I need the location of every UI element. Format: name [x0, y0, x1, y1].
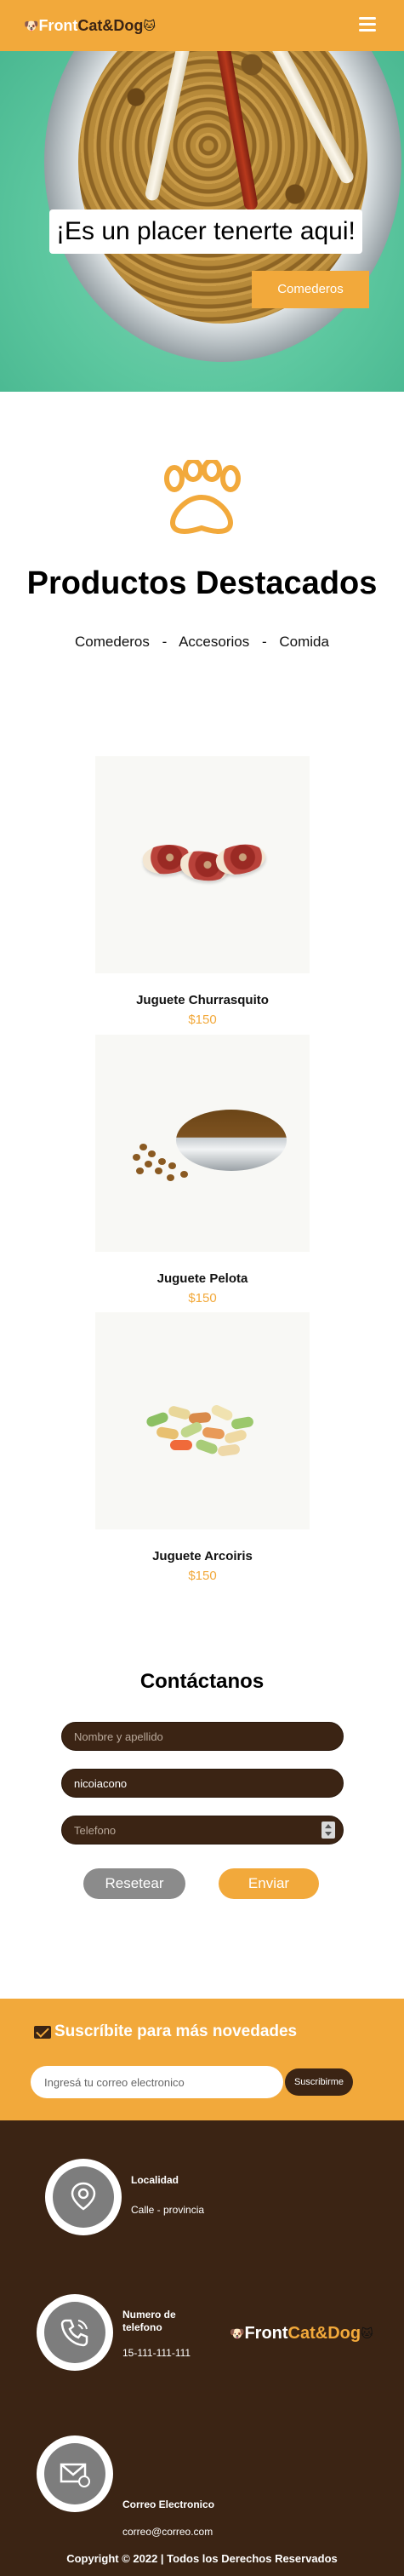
location-value: Calle - provincia — [131, 2204, 205, 2216]
phone-icon-circle — [37, 2294, 113, 2371]
mail-icon — [34, 2025, 51, 2039]
footer-logo[interactable]: 🐶 Front Cat&Dog 🐱 — [230, 2323, 373, 2344]
email-label: Correo Electronico — [122, 2499, 215, 2510]
filter-accesorios[interactable]: Accesorios — [179, 634, 249, 650]
name-field[interactable] — [61, 1722, 344, 1751]
location-icon-circle — [45, 2159, 122, 2235]
email-icon — [60, 2463, 90, 2487]
hero-comederos-button[interactable]: Comederos — [252, 271, 369, 308]
phone-icon — [60, 2319, 88, 2347]
phone-field[interactable] — [61, 1816, 344, 1845]
newsletter-email-input[interactable] — [31, 2066, 283, 2098]
newsletter-title: Suscríbite para más novedades — [34, 2022, 297, 2041]
product-card[interactable]: Juguete Churrasquito $150 — [95, 756, 310, 1027]
reset-button[interactable]: Resetear — [83, 1868, 185, 1899]
footer-logo-text-catdog: Cat&Dog — [287, 2324, 361, 2343]
phone-value: 15-111-111-111 — [122, 2347, 191, 2359]
footer-logo-text-front: Front — [244, 2324, 288, 2343]
filter-separator: - — [162, 634, 168, 650]
product-price: $150 — [188, 1013, 217, 1027]
product-image — [95, 1035, 310, 1252]
filter-comederos[interactable]: Comederos — [75, 634, 150, 650]
filter-comida[interactable]: Comida — [279, 634, 329, 650]
product-name: Juguete Arcoiris — [152, 1549, 253, 1563]
product-card[interactable]: Juguete Pelota $150 — [95, 1035, 310, 1305]
user-field[interactable] — [61, 1769, 344, 1798]
filter-separator: - — [261, 634, 267, 650]
subscribe-button[interactable]: Suscribirme — [285, 2068, 353, 2096]
product-image — [95, 756, 310, 973]
top-navbar: 🐶 Front Cat&Dog 🐱 — [0, 0, 404, 51]
contact-title: Contáctanos — [139, 1670, 265, 1693]
logo-text-catdog: Cat&Dog — [77, 17, 144, 34]
hero-title: ¡Es un placer tenerte aqui! — [49, 209, 362, 254]
phone-label: Numero de telefono — [122, 2309, 176, 2333]
product-filters: Comederos - Accesorios - Comida — [0, 634, 404, 651]
cat-logo-icon: 🐱 — [361, 2326, 373, 2340]
paw-icon — [164, 460, 241, 534]
logo-text-front: Front — [38, 17, 78, 34]
hero-banner: ¡Es un placer tenerte aqui! Comederos — [0, 51, 404, 392]
site-logo[interactable]: 🐶 Front Cat&Dog 🐱 — [24, 15, 156, 36]
email-value: correo@correo.com — [122, 2526, 213, 2538]
featured-products-title: Productos Destacados — [26, 565, 378, 601]
cat-dog-logo-icon: 🐶 — [230, 2326, 245, 2340]
cat-logo-icon: 🐱 — [143, 19, 156, 32]
send-button[interactable]: Enviar — [219, 1868, 319, 1899]
product-name: Juguete Churrasquito — [136, 993, 269, 1007]
product-image — [95, 1312, 310, 1529]
newsletter-title-text: Suscríbite para más novedades — [54, 2022, 298, 2040]
location-icon — [71, 2182, 96, 2211]
location-label: Localidad — [131, 2174, 179, 2186]
product-price: $150 — [188, 1569, 217, 1583]
product-name: Juguete Pelota — [156, 1271, 248, 1286]
cat-dog-logo-icon: 🐶 — [24, 19, 39, 32]
product-price: $150 — [188, 1291, 217, 1305]
copyright-text: Copyright © 2022 | Todos los Derechos Re… — [66, 2552, 338, 2565]
phone-stepper-icon[interactable] — [321, 1822, 335, 1839]
newsletter-section: Suscríbite para más novedades Suscribirm… — [0, 1999, 404, 2120]
email-icon-circle — [37, 2435, 113, 2512]
hamburger-menu-icon[interactable] — [359, 17, 376, 32]
product-card[interactable]: Juguete Arcoiris $150 — [95, 1312, 310, 1583]
